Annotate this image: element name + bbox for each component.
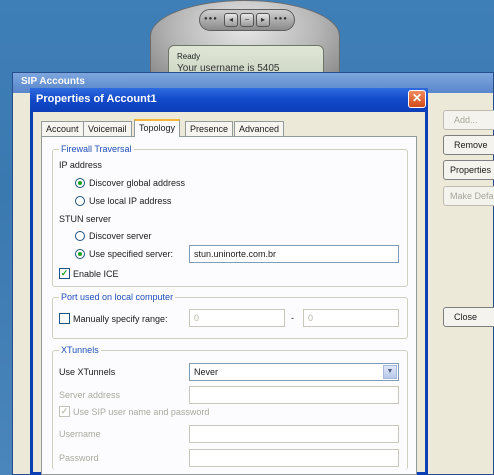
make-default-button[interactable]: Make Default [443, 186, 494, 206]
close-button[interactable]: Close [443, 307, 494, 327]
stun-server-label: STUN server [59, 214, 112, 224]
phone-minus-icon[interactable]: − [240, 13, 254, 27]
dialog-title: Properties of Account1 [36, 93, 157, 105]
use-specified-server-radio[interactable] [75, 249, 85, 259]
tab-account[interactable]: Account [41, 121, 84, 136]
discover-server-radio[interactable] [75, 231, 85, 241]
discover-global-label[interactable]: Discover global address [89, 178, 185, 188]
tab-advanced[interactable]: Advanced [234, 121, 285, 136]
phone-volume-down-icon[interactable]: ◂ [224, 13, 238, 27]
remove-button[interactable]: Remove [443, 135, 494, 155]
username-label: Username [59, 429, 101, 439]
manual-range-checkbox[interactable] [59, 313, 70, 324]
ports-group: Port used on local computer Manually spe… [52, 292, 408, 339]
server-address-label: Server address [59, 390, 121, 400]
close-icon[interactable]: ✕ [408, 90, 426, 108]
use-specified-server-label[interactable]: Use specified server: [89, 249, 173, 259]
phone-status: Ready [177, 52, 201, 61]
tab-voicemail[interactable]: Voicemail [83, 121, 132, 136]
tab-topology[interactable]: Topology [134, 119, 181, 137]
use-sip-credentials-checkbox[interactable]: ✓ [59, 406, 70, 417]
phone-dots-left: ●●● [204, 16, 218, 22]
firewall-group: Firewall Traversal IP address Discover g… [52, 144, 408, 287]
ip-address-label: IP address [59, 160, 102, 170]
use-xtunnels-label: Use XTunnels [59, 367, 116, 377]
properties-button[interactable]: Properties [443, 160, 494, 180]
chevron-down-icon[interactable]: ▼ [383, 365, 397, 379]
use-sip-credentials-label[interactable]: Use SIP user name and password [73, 407, 209, 417]
enable-ice-checkbox[interactable]: ✓ [59, 268, 70, 279]
discover-global-radio[interactable] [75, 178, 85, 188]
xtunnels-group: XTunnels Use XTunnels Never ▼ Server add… [52, 345, 408, 470]
password-input[interactable] [189, 449, 399, 467]
add-button[interactable]: Add... [443, 110, 494, 130]
enable-ice-label[interactable]: Enable ICE [73, 269, 119, 279]
use-xtunnels-value: Never [194, 367, 219, 377]
properties-dialog: Properties of Account1 ✕ Account Voicema… [30, 88, 428, 475]
discover-server-label[interactable]: Discover server [89, 231, 152, 241]
port-range-from[interactable]: 0 [189, 309, 285, 327]
dialog-title-bar: Properties of Account1 ✕ [30, 88, 428, 112]
firewall-group-title: Firewall Traversal [59, 144, 134, 154]
ports-group-title: Port used on local computer [59, 292, 176, 302]
username-input[interactable] [189, 425, 399, 443]
port-range-separator: - [291, 313, 294, 323]
use-local-ip-radio[interactable] [75, 196, 85, 206]
manual-range-label[interactable]: Manually specify range: [73, 314, 168, 324]
stun-server-input[interactable]: stun.uninorte.com.br [189, 245, 399, 263]
phone-control-bar: ●●● ◂ − ▸ ●●● [199, 9, 295, 31]
port-range-to[interactable]: 0 [303, 309, 399, 327]
tab-presence[interactable]: Presence [185, 121, 234, 136]
xtunnels-group-title: XTunnels [59, 345, 101, 355]
use-xtunnels-select[interactable]: Never ▼ [189, 363, 399, 381]
topology-panel: Firewall Traversal IP address Discover g… [41, 136, 417, 475]
phone-volume-up-icon[interactable]: ▸ [256, 13, 270, 27]
password-label: Password [59, 453, 99, 463]
use-local-ip-label[interactable]: Use local IP address [89, 196, 171, 206]
phone-dots-right: ●●● [274, 16, 288, 22]
server-address-input[interactable] [189, 386, 399, 404]
